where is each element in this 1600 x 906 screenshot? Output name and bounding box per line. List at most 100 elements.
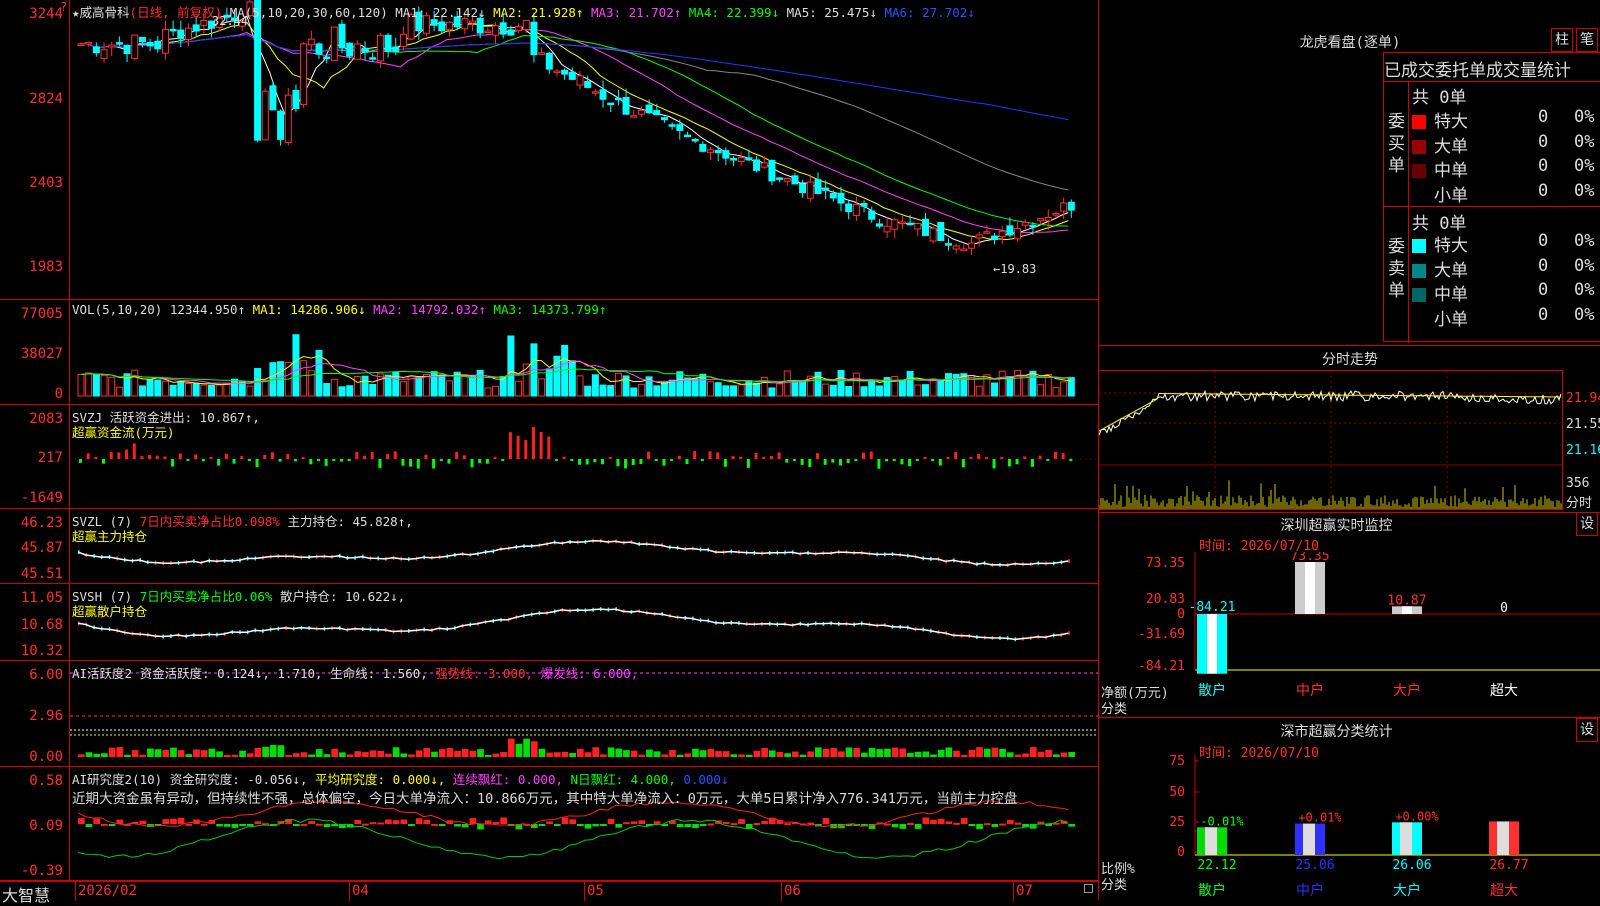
candle-body [138,36,146,43]
flow-bar [708,451,712,459]
intraday-chart-box[interactable] [1099,370,1563,511]
intraday-chart[interactable] [1099,371,1563,511]
flow-bar [677,455,681,459]
candle-body [753,159,761,171]
y-tick: 45.87 [20,540,63,556]
research-bar [546,821,553,824]
activity-bar [331,748,339,757]
activity-bar [692,748,699,757]
order-count: 0 [1538,131,1549,152]
research-bar [246,824,254,826]
ai-research-pane[interactable]: 0.58 0.09 -0.39 AI研究度2(10) 资金研究度: -0.056… [0,767,1098,881]
bar-view-button[interactable]: 柱 [1551,28,1573,52]
activity-bar [914,751,922,757]
lock-icon[interactable] [1084,884,1093,893]
candlestick-chart[interactable] [70,0,1098,300]
activity-bar [930,754,937,757]
activity-bar [101,753,108,757]
flow-bar [478,459,482,464]
flow-bar [424,454,428,459]
flow-bar [255,459,259,468]
flow-bar [209,457,213,459]
y-tick: 0.00 [29,749,63,765]
order-pct: 0% [1574,280,1595,300]
chart-area[interactable]: 3244 2824 2403 1983 ? ★威高骨科(日线, 前复权) MA(… [0,0,1098,905]
candle-body [438,21,446,32]
activity-bar [469,750,477,757]
research-bar [653,821,661,824]
volume-bar [599,384,607,397]
research-bar [930,819,937,824]
order-type: 中单 [1434,161,1468,181]
ai2-legend: AI研究度2(10) 资金研究度: -0.056↓, 平均研究度: 0.000↓… [72,772,729,787]
ma-line [77,28,1069,234]
activity-bar [530,741,538,757]
candlestick-pane[interactable]: 3244 2824 2403 1983 ? ★威高骨科(日线, 前复权) MA(… [0,0,1098,300]
volume-bar [898,379,906,397]
flow-bar [869,451,873,459]
volume-bar [921,384,929,397]
classify-settings-button[interactable]: 设 [1576,718,1598,742]
ai1-label: AI活跃度2 [72,666,133,681]
activity-bar [346,754,354,757]
svzl-pane[interactable]: 46.23 45.87 45.51 SVZL (7) 7日内买卖净占比0.098… [0,509,1098,584]
monitor-title: 深圳超赢实时监控 [1280,518,1393,534]
candle-body [484,30,492,33]
monitor-settings-button[interactable]: 设 [1576,512,1598,536]
volume-bar [438,374,446,397]
candle-body [392,46,400,53]
activity-bar [707,748,715,757]
volume-bar [875,385,883,397]
research-bar [170,818,177,824]
svzl-axis: 46.23 45.87 45.51 [0,509,70,583]
y-tick: -0.39 [20,863,63,879]
tick-mark [1068,631,1070,636]
tick-view-button[interactable]: 笔 [1576,28,1598,52]
flow-bar [232,459,236,464]
volume-bar [868,379,876,397]
volume-bar [184,382,192,397]
activity-bar [354,751,362,757]
volume-bar [85,372,93,397]
flow-bar [900,459,904,465]
monitor-value-label: 73.35 [1290,552,1329,564]
candle-body [1029,224,1037,228]
color-swatch [1412,188,1426,203]
flow-bar [1061,453,1065,459]
flow-bar [578,459,581,465]
svzj-pane[interactable]: 2083 217 -1649 SVZJ 活跃资金进出: 10.867↑, 超赢资… [0,405,1098,509]
flow-bar [1000,457,1004,459]
candle-body [576,75,584,86]
flow-bar [938,459,942,466]
volume-bar [676,371,684,397]
flow-bar [777,452,781,459]
period-label[interactable]: (日线, 前复权) [130,5,223,20]
ai-activity-pane[interactable]: 6.00 2.96 0.00 AI活跃度2 资金活跃度: 0.124↓, 1.7… [0,661,1098,767]
svsh-pane[interactable]: 11.05 10.68 10.32 SVSH (7) 7日内买卖净占比0.06%… [0,584,1098,661]
volume-bar [891,375,899,397]
ai2-consec: 连续飘红: 0.000, [452,772,564,787]
ai1-value: 1.710, [277,666,323,681]
ai-research-axis: 0.58 0.09 -0.39 [0,767,70,880]
activity-bar [845,747,853,757]
ai2-avg: 平均研究度: 0.000↓ [315,772,438,787]
activity-bar [868,747,876,757]
monitor-chart[interactable]: 73.3520.830-31.69-84.21-84.21散户73.35中户10… [1099,552,1600,717]
classify-value-label: 26.06 [1392,858,1431,873]
y-tick: 6.00 [29,667,63,683]
activity-bar [492,753,500,757]
volume-bar [637,383,645,397]
activity-bar [78,754,85,757]
candle-body [914,223,922,230]
classify-chart[interactable]: 75 50 25 0 -0.01% 22.12 散户 +0.01% 25.06 中户 +0.00% 2… [1099,755,1600,900]
research-bar [607,818,615,824]
flow-bar [846,459,850,463]
volume-bar [975,385,983,397]
star-icon[interactable]: ★ [72,5,80,20]
volume-pane[interactable]: 77005 38027 0 VOL(5,10,20) 12344.950↑ MA… [0,300,1098,405]
candle-body [676,124,684,131]
flow-bar [409,459,413,467]
candle-body [921,218,929,236]
classify-category: 超大 [1490,883,1518,899]
volume-bar [422,373,430,397]
